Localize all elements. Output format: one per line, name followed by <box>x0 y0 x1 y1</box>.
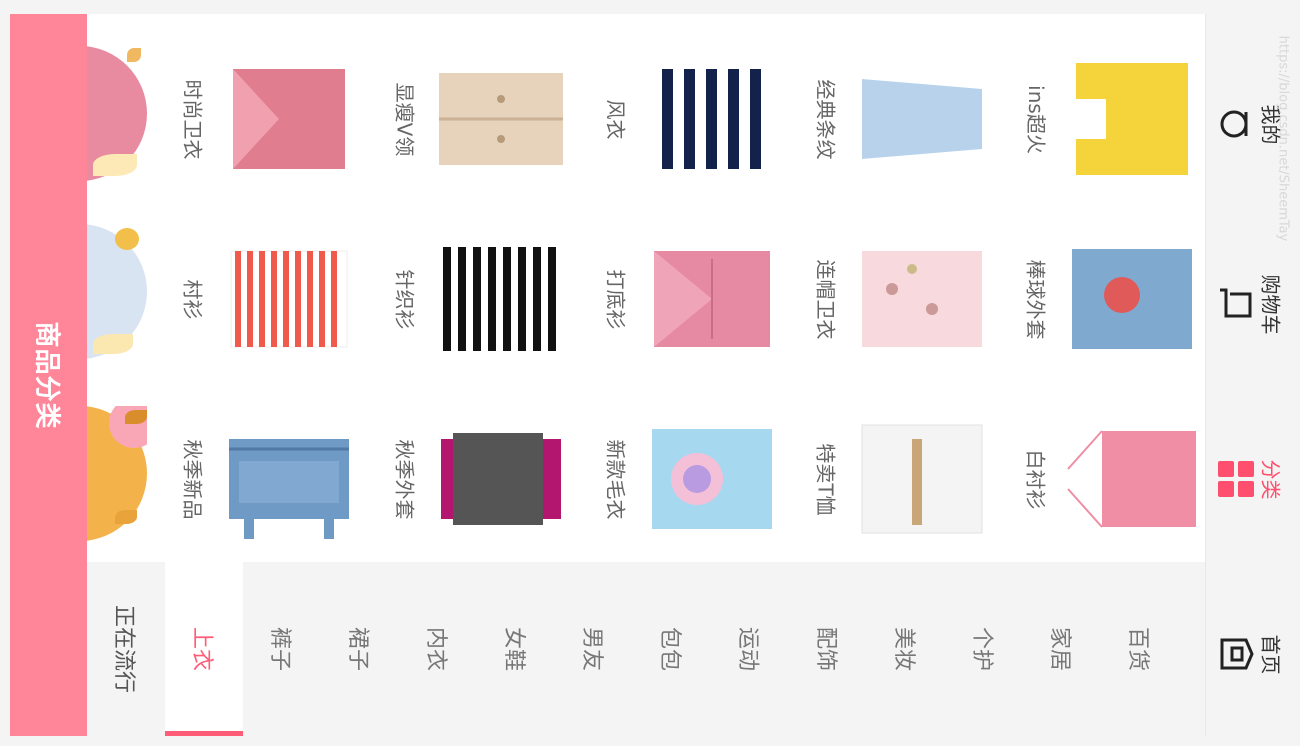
pink-knit-top-icon[interactable] <box>1062 409 1202 549</box>
blue-dress-icon[interactable] <box>852 49 992 189</box>
banner-shirt[interactable] <box>87 224 147 359</box>
tab-2[interactable]: 裤子 <box>243 562 321 736</box>
tab-13[interactable]: 百货 <box>1101 562 1179 736</box>
nav-label: 分类 <box>1258 459 1283 499</box>
product-label[interactable]: 新款毛衣 <box>587 389 647 562</box>
striped-knit-icon[interactable] <box>431 229 571 369</box>
tab-11[interactable]: 个护 <box>945 562 1023 736</box>
tab-8[interactable]: 运动 <box>711 562 789 736</box>
product-label[interactable]: 显瘦V领 <box>376 29 436 209</box>
product-label[interactable]: ins超火 <box>1007 29 1067 209</box>
tab-7[interactable]: 包包 <box>633 562 711 736</box>
product-label[interactable]: 特卖T恤 <box>797 389 857 562</box>
header-bar: 商品分类 <box>10 14 87 736</box>
product-label[interactable]: 白衬衫 <box>1007 389 1067 562</box>
vest-over-shirt-icon[interactable] <box>431 409 571 549</box>
tab-5[interactable]: 女鞋 <box>477 562 555 736</box>
striped-top-icon[interactable] <box>219 229 359 369</box>
pink-hoodie-icon[interactable] <box>642 229 782 369</box>
pink-sweater-icon[interactable] <box>219 49 359 189</box>
category-tabs: 正在流行 上衣 裤子 裙子 内衣 女鞋 男友 包包 运动 配饰 美妆 个护 家居 百货 <box>87 562 1206 736</box>
grid-icon <box>1216 459 1256 499</box>
product-label[interactable]: 针织衫 <box>376 209 436 389</box>
tab-4[interactable]: 内衣 <box>399 562 477 736</box>
page-title: 商品分类 <box>31 320 62 430</box>
tab-3[interactable]: 裙子 <box>321 562 399 736</box>
tab-12[interactable]: 家居 <box>1023 562 1101 736</box>
floral-jacket-icon[interactable] <box>852 229 992 369</box>
product-label[interactable]: 棒球外套 <box>1007 209 1067 389</box>
product-label[interactable]: 打底衫 <box>587 209 647 389</box>
banner-column <box>87 14 147 562</box>
tab-6[interactable]: 男友 <box>555 562 633 736</box>
white-blouse-icon[interactable] <box>852 409 992 549</box>
product-label[interactable]: 时尚卫衣 <box>164 29 224 209</box>
nav-grid[interactable]: 分类 <box>1206 399 1300 549</box>
tab-9[interactable]: 配饰 <box>789 562 867 736</box>
app-screen: 商品分类 秋季新品 村衫 时尚卫衣秋季外套 针织衫 显瘦V领新款毛衣 打底衫 风衣特卖T恤连… <box>10 14 1206 736</box>
nav-home[interactable]: 首页 <box>1206 574 1300 724</box>
tshirt-icon[interactable] <box>642 409 782 549</box>
user-icon <box>1216 104 1256 144</box>
nav-label: 购物车 <box>1258 274 1283 334</box>
tab-0[interactable]: 正在流行 <box>87 562 165 736</box>
yellow-top-icon[interactable] <box>1062 49 1202 189</box>
striped-sweater-icon[interactable] <box>642 49 782 189</box>
denim-jacket-icon[interactable] <box>1062 229 1202 369</box>
nav-label: 首页 <box>1258 634 1283 674</box>
product-label[interactable]: 经典条纹 <box>797 29 857 209</box>
product-grid: 秋季新品 村衫 时尚卫衣秋季外套 针织衫 显瘦V领新款毛衣 打底衫 风衣特卖T恤 连帽卫衣 经典… <box>87 14 1206 562</box>
product-label[interactable]: 秋季外套 <box>376 389 436 562</box>
product-label[interactable]: 连帽卫衣 <box>797 209 857 389</box>
banner-sweater[interactable] <box>87 46 147 181</box>
home-icon <box>1216 634 1256 674</box>
cart-icon <box>1216 284 1256 324</box>
product-label[interactable]: 风衣 <box>587 29 647 209</box>
denim-coat-icon[interactable] <box>219 409 359 549</box>
tab-1[interactable]: 上衣 <box>165 562 243 736</box>
tab-10[interactable]: 美妆 <box>867 562 945 736</box>
banner-autumn[interactable] <box>87 406 147 541</box>
trench-coat-icon[interactable] <box>431 49 571 189</box>
product-label[interactable]: 村衫 <box>164 209 224 389</box>
watermark: https://blog.csdn.net/SheemTay <box>1275 35 1291 241</box>
product-label[interactable]: 秋季新品 <box>164 389 224 562</box>
